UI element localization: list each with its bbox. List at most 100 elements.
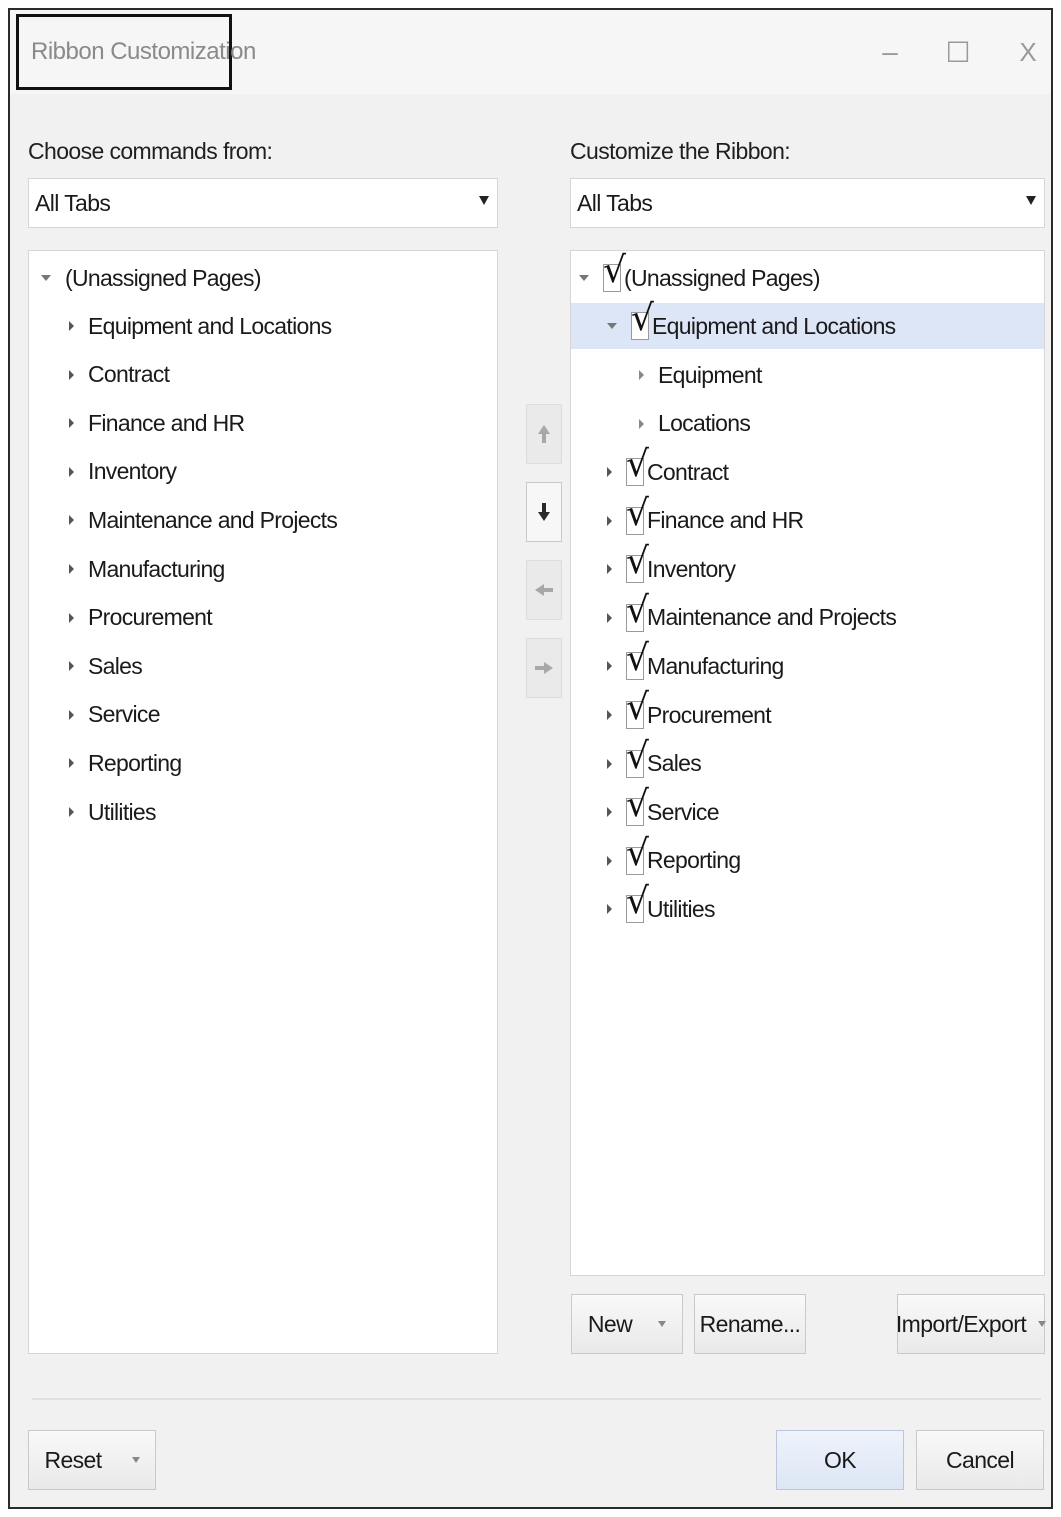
checkbox[interactable]: √ [626,641,649,681]
expand-arrow-icon [607,710,612,720]
checkbox[interactable]: √ [626,787,649,827]
tree-node[interactable]: Equipment and Locations [29,303,497,349]
cancel-button[interactable]: Cancel [916,1430,1044,1490]
tree-node[interactable]: √ Maintenance and Projects [571,592,1044,641]
ribbon-customization-dialog: Ribbon Customization – ☐ X Choose comman… [8,8,1053,1509]
tree-node-equipment-and-locations[interactable]: √ Equipment and Locations [571,301,1044,349]
import-export-button-label: Import/Export [895,1310,1027,1337]
tree-node[interactable]: √ Inventory [571,544,1044,592]
title-bar: Ribbon Customization – ☐ X [10,10,1051,94]
tree-node-label: Locations [658,410,751,437]
divider [32,1398,1041,1400]
arrow-down-icon [538,503,550,521]
checkmark-icon: √ [626,444,649,485]
cancel-button-label: Cancel [946,1446,1015,1473]
reset-button[interactable]: Reset [28,1430,156,1490]
add-right-button[interactable] [526,638,562,698]
expand-arrow-icon [607,515,612,526]
tree-node-child[interactable]: Locations [571,401,1044,447]
tree-node-label: Finance and HR [647,507,804,534]
close-button[interactable]: X [1006,30,1050,74]
tree-node[interactable]: Maintenance and Projects [29,497,497,543]
tree-node[interactable]: √ Finance and HR [571,495,1044,544]
tree-node-label: Equipment [658,361,762,388]
tree-node-label: Equipment and Locations [652,312,896,339]
tree-node[interactable]: Finance and HR [29,400,497,446]
window-title: Ribbon Customization [31,38,256,65]
customize-ribbon-dropdown[interactable]: All Tabs [570,178,1045,228]
tree-node-label: Reporting [647,847,741,874]
customize-ribbon-value: All Tabs [577,189,653,216]
tree-node[interactable]: √ Procurement [571,690,1044,738]
minimize-button[interactable]: – [868,30,912,74]
maximize-button[interactable]: ☐ [936,30,980,74]
arrow-right-icon [535,662,553,674]
tree-node-label: Manufacturing [647,652,784,679]
expand-arrow-icon [607,758,612,769]
tree-node-label: (Unassigned Pages) [65,264,261,291]
checkbox[interactable]: √ [626,738,649,778]
commands-tree[interactable]: (Unassigned Pages) Equipment and Locatio… [28,250,498,1354]
ok-button[interactable]: OK [776,1430,904,1490]
expand-arrow-icon [639,418,644,429]
checkbox[interactable]: √ [631,301,654,340]
tree-node[interactable]: Service [29,692,497,738]
tree-node[interactable]: Utilities [29,789,497,835]
expand-arrow-icon [69,807,74,817]
chevron-down-icon [479,196,489,205]
checkmark-icon: √ [626,492,649,534]
choose-commands-dropdown[interactable]: All Tabs [28,178,498,228]
tree-node-label: Procurement [647,701,772,728]
tree-node-label: Contract [88,361,170,388]
ribbon-tree[interactable]: √ (Unassigned Pages) √ Equipment and Loc… [570,250,1045,1276]
checkbox[interactable]: √ [626,495,649,535]
tree-node[interactable]: Inventory [29,449,497,495]
checkbox[interactable]: √ [626,835,649,875]
rename-button[interactable]: Rename... [694,1294,806,1354]
new-button[interactable]: New [571,1294,683,1354]
tree-node[interactable]: Contract [29,352,497,398]
expand-arrow-icon [607,661,612,672]
tree-node[interactable]: √ Service [571,787,1044,835]
remove-left-button[interactable] [526,560,562,620]
checkbox[interactable]: √ [626,447,649,486]
ok-button-label: OK [823,1446,857,1473]
tree-node-label: Maintenance and Projects [88,506,338,533]
tree-node[interactable]: Reporting [29,740,497,786]
tree-node[interactable]: Sales [29,643,497,689]
tree-node[interactable]: √ Sales [571,738,1044,787]
checkbox[interactable]: √ [626,884,649,924]
tree-node-label: Sales [88,652,143,679]
checkmark-icon: √ [626,784,649,826]
checkmark-icon: √ [626,541,649,583]
checkbox[interactable]: √ [603,253,626,292]
move-up-button[interactable] [526,404,562,464]
tree-node[interactable]: √ Contract [571,447,1044,495]
checkbox[interactable]: √ [626,544,649,584]
expand-arrow-icon [69,564,74,574]
new-button-label: New [587,1310,633,1337]
move-down-button[interactable] [526,482,562,542]
arrow-left-icon [535,584,553,596]
checkbox[interactable]: √ [626,592,649,632]
tree-node[interactable]: √ Manufacturing [571,641,1044,689]
tree-node[interactable]: √ Utilities [571,884,1044,932]
tree-node[interactable]: Procurement [29,595,497,641]
tree-node-child[interactable]: Equipment [571,352,1044,398]
expand-arrow-icon [607,904,612,915]
expand-arrow-icon [607,564,612,575]
tree-node-unassigned-pages[interactable]: (Unassigned Pages) [29,255,497,301]
expand-arrow-icon [69,466,74,477]
tree-node[interactable]: √ Reporting [571,835,1044,884]
import-export-button[interactable]: Import/Export [895,1294,1047,1354]
tree-node-label: Equipment and Locations [88,312,332,339]
tree-node-unassigned-pages[interactable]: √ (Unassigned Pages) [571,253,1044,301]
tree-node[interactable]: Manufacturing [29,546,497,592]
expand-arrow-icon [579,275,589,281]
dropdown-arrow-icon [658,1321,667,1327]
tree-node-label: Procurement [88,604,213,631]
checkbox[interactable]: √ [626,690,649,729]
chevron-down-icon [1026,196,1036,205]
expand-arrow-icon [69,612,74,623]
tree-node-label: Sales [647,750,702,777]
